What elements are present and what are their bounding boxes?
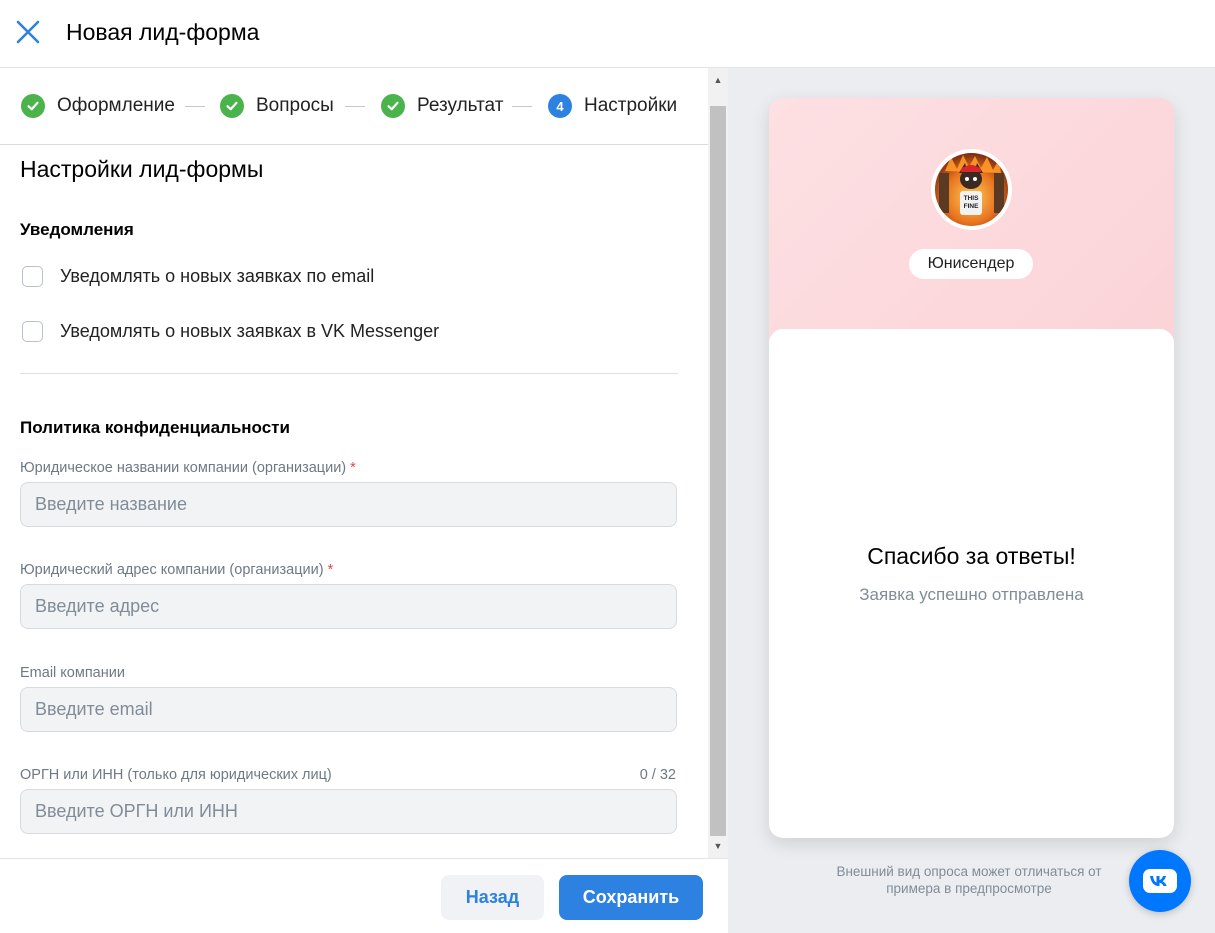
char-counter: 0 / 32 bbox=[639, 767, 676, 783]
close-button[interactable] bbox=[14, 18, 42, 46]
thanks-subtitle: Заявка успешно отправлена bbox=[859, 585, 1084, 604]
company-name-label: Юридическое названии компании (организац… bbox=[20, 460, 356, 476]
required-mark: * bbox=[350, 460, 356, 476]
stepper: Оформление Вопросы Результат 4 Настройки bbox=[0, 68, 708, 145]
notify-messenger-checkbox[interactable] bbox=[22, 320, 43, 342]
check-circle-icon bbox=[381, 94, 405, 118]
step-settings[interactable]: 4 Настройки bbox=[548, 94, 677, 118]
step-design[interactable]: Оформление bbox=[21, 94, 175, 118]
preview-panel: THIS FINE Юнисендер Спасибо за ответы! З… bbox=[728, 68, 1215, 933]
step-questions[interactable]: Вопросы bbox=[220, 94, 334, 118]
notify-messenger-option[interactable]: Уведомлять о новых заявках в VK Messenge… bbox=[22, 320, 439, 342]
divider bbox=[20, 373, 678, 374]
company-email-label: Email компании bbox=[20, 665, 125, 681]
check-circle-icon bbox=[220, 94, 244, 118]
editor-panel: Оформление Вопросы Результат 4 Настройки… bbox=[0, 68, 728, 933]
page-title: Новая лид-форма bbox=[66, 19, 260, 45]
scroll-down-arrow[interactable]: ▼ bbox=[708, 836, 728, 856]
required-mark: * bbox=[327, 562, 334, 578]
scrollbar-thumb[interactable] bbox=[710, 106, 726, 836]
avatar-shirt-text: THIS bbox=[964, 195, 979, 202]
step-label: Оформление bbox=[57, 95, 175, 116]
scroll-up-arrow[interactable]: ▲ bbox=[708, 70, 728, 90]
preview-result-body: Спасибо за ответы! Заявка успешно отправ… bbox=[769, 329, 1174, 838]
step-result[interactable]: Результат bbox=[381, 94, 503, 118]
scrollbar[interactable]: ▲ ▼ bbox=[708, 68, 728, 858]
step-label: Настройки bbox=[584, 95, 678, 116]
save-button[interactable]: Сохранить bbox=[559, 875, 703, 920]
footer: Назад Сохранить bbox=[0, 858, 728, 933]
section-title: Настройки лид-формы bbox=[20, 156, 264, 182]
preview-note: Внешний вид опроса может отличаться от п… bbox=[836, 864, 1102, 896]
company-name-input[interactable] bbox=[20, 482, 677, 527]
vk-chat-button[interactable] bbox=[1129, 850, 1191, 912]
ogrn-inn-input[interactable] bbox=[20, 789, 677, 834]
company-email-input[interactable] bbox=[20, 687, 677, 732]
step-label: Вопросы bbox=[256, 95, 334, 116]
notifications-heading: Уведомления bbox=[20, 220, 134, 239]
step-separator bbox=[185, 106, 205, 107]
close-icon bbox=[16, 20, 40, 44]
step-separator bbox=[345, 106, 365, 107]
notify-email-checkbox[interactable] bbox=[22, 265, 43, 287]
checkbox-label: Уведомлять о новых заявках в VK Messenge… bbox=[60, 320, 440, 341]
company-address-input[interactable] bbox=[20, 584, 677, 629]
check-circle-icon bbox=[21, 94, 45, 118]
vk-logo-icon bbox=[1143, 869, 1177, 893]
notify-email-option[interactable]: Уведомлять о новых заявках по email bbox=[22, 265, 374, 287]
privacy-heading: Политика конфиденциальности bbox=[20, 418, 290, 437]
org-avatar: THIS FINE bbox=[931, 149, 1012, 230]
step-number-badge: 4 bbox=[548, 94, 572, 118]
ogrn-inn-label: ОРГН или ИНН (только для юридических лиц… bbox=[20, 767, 332, 783]
checkbox-label: Уведомлять о новых заявках по email bbox=[60, 265, 375, 286]
settings-form: Настройки лид-формы Уведомления Уведомля… bbox=[0, 146, 708, 858]
org-name-chip: Юнисендер bbox=[909, 249, 1033, 279]
step-label: Результат bbox=[417, 95, 504, 116]
back-button[interactable]: Назад bbox=[441, 875, 544, 920]
avatar-shirt-text: FINE bbox=[964, 203, 979, 210]
avatar-image: THIS FINE bbox=[935, 153, 1008, 226]
step-separator bbox=[512, 106, 532, 107]
preview-card: THIS FINE Юнисендер Спасибо за ответы! З… bbox=[769, 98, 1174, 838]
top-bar: Новая лид-форма bbox=[0, 0, 1215, 68]
thanks-title: Спасибо за ответы! bbox=[867, 543, 1076, 569]
company-address-label: Юридический адрес компании (организации)… bbox=[20, 562, 334, 578]
